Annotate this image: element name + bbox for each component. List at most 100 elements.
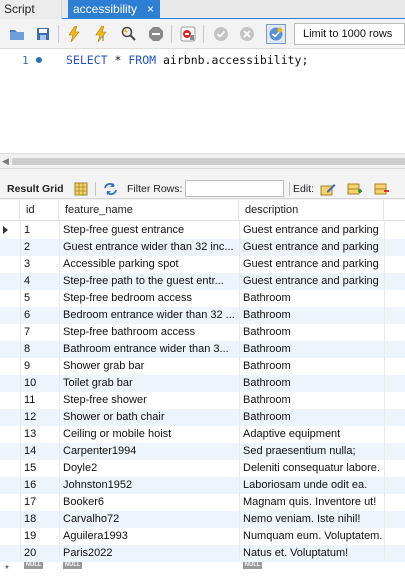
row-marker[interactable] <box>0 460 20 477</box>
row-marker[interactable] <box>0 477 20 494</box>
column-header-id[interactable]: id <box>20 200 59 221</box>
cell-description[interactable]: Magnam quis. Inventore ut! <box>239 494 384 511</box>
cell-feature-name[interactable]: Accessible parking spot <box>59 256 239 273</box>
cell-feature-name[interactable]: Paris2022 <box>59 545 239 562</box>
table-row[interactable]: 13 Ceiling or mobile hoist Adaptive equipm… <box>0 426 405 443</box>
grid-icon[interactable] <box>73 181 89 197</box>
rollback-icon[interactable] <box>237 24 257 44</box>
cell-id[interactable]: 15 <box>20 460 59 477</box>
folder-icon[interactable] <box>7 24 27 44</box>
cell-id[interactable]: 4 <box>20 273 59 290</box>
tab-script[interactable]: Script <box>0 0 62 19</box>
cell-description[interactable]: Guest entrance and parking <box>239 239 384 256</box>
result-grid[interactable]: id feature_name description 1 Step-free g… <box>0 200 405 577</box>
cell-feature-name[interactable]: Step-free path to the guest entr... <box>59 273 239 290</box>
scrollbar-thumb[interactable] <box>12 158 405 165</box>
cell-description[interactable]: Bathroom <box>239 409 384 426</box>
execute-icon[interactable] <box>64 24 84 44</box>
cell-feature-name[interactable]: Carpenter1994 <box>59 443 239 460</box>
cell-feature-name[interactable]: Guest entrance wider than 32 inc... <box>59 239 239 256</box>
null-badge-id[interactable]: NULL <box>24 562 44 569</box>
tab-accessibility[interactable]: accessibility × <box>68 0 160 19</box>
row-marker[interactable] <box>0 256 20 273</box>
cell-id[interactable]: 16 <box>20 477 59 494</box>
sql-editor[interactable]: 1 SELECT * FROM airbnb.accessibility; <box>0 49 405 153</box>
row-marker[interactable] <box>0 239 20 256</box>
add-row-icon[interactable] <box>347 181 363 197</box>
row-marker[interactable] <box>0 409 20 426</box>
table-row[interactable]: 19 Aguilera1993 Numquam eum. Voluptatem. <box>0 528 405 545</box>
editor-horizontal-scrollbar[interactable]: ◀ <box>0 153 405 169</box>
cell-feature-name[interactable]: Toilet grab bar <box>59 375 239 392</box>
autocommit-icon[interactable] <box>266 24 286 44</box>
sql-code-line[interactable]: SELECT * FROM airbnb.accessibility; <box>66 53 308 67</box>
delete-row-icon[interactable] <box>374 181 390 197</box>
cell-description[interactable]: Bathroom <box>239 290 384 307</box>
row-marker[interactable] <box>0 511 20 528</box>
table-row[interactable]: 4 Step-free path to the guest entr... Gues… <box>0 273 405 290</box>
row-marker[interactable] <box>0 528 20 545</box>
row-marker[interactable] <box>0 358 20 375</box>
cell-description[interactable]: Guest entrance and parking <box>239 222 384 239</box>
cell-feature-name[interactable]: Bedroom entrance wider than 32 ... <box>59 307 239 324</box>
cell-description[interactable]: Adaptive equipment <box>239 426 384 443</box>
filter-rows-input[interactable] <box>185 180 284 197</box>
cell-id[interactable]: 6 <box>20 307 59 324</box>
cell-id[interactable]: 7 <box>20 324 59 341</box>
row-marker[interactable] <box>0 392 20 409</box>
cell-feature-name[interactable]: Shower grab bar <box>59 358 239 375</box>
cell-description[interactable]: Bathroom <box>239 375 384 392</box>
row-marker[interactable] <box>0 426 20 443</box>
splitter[interactable] <box>0 169 405 179</box>
cell-description[interactable]: Deleniti consequatur labore. <box>239 460 384 477</box>
row-marker[interactable] <box>0 341 20 358</box>
cell-id[interactable]: 5 <box>20 290 59 307</box>
explain-icon[interactable] <box>119 24 139 44</box>
limit-rows-select[interactable]: Limit to 1000 rows <box>294 23 405 45</box>
cell-description[interactable]: Guest entrance and parking <box>239 273 384 290</box>
commit-icon[interactable] <box>211 24 231 44</box>
table-row[interactable]: 1 Step-free guest entrance Guest entrance … <box>0 222 405 239</box>
cell-id[interactable]: 13 <box>20 426 59 443</box>
cell-feature-name[interactable]: Booker6 <box>59 494 239 511</box>
cell-description[interactable]: Bathroom <box>239 392 384 409</box>
cell-feature-name[interactable]: Ceiling or mobile hoist <box>59 426 239 443</box>
cell-description[interactable]: Laboriosam unde odit ea. <box>239 477 384 494</box>
cell-id[interactable]: 12 <box>20 409 59 426</box>
refresh-icon[interactable] <box>102 181 118 197</box>
table-row[interactable]: 3 Accessible parking spot Guest entrance a… <box>0 256 405 273</box>
scroll-left-icon[interactable]: ◀ <box>2 156 9 167</box>
table-row[interactable]: 12 Shower or bath chair Bathroom <box>0 409 405 426</box>
table-row[interactable]: 20 Paris2022 Natus et. Voluptatum! <box>0 545 405 562</box>
row-marker[interactable] <box>0 545 20 562</box>
cell-description[interactable]: Bathroom <box>239 324 384 341</box>
cell-description[interactable]: Numquam eum. Voluptatem. <box>239 528 384 545</box>
table-row[interactable]: 2 Guest entrance wider than 32 inc... Gues… <box>0 239 405 256</box>
table-row[interactable]: 17 Booker6 Magnam quis. Inventore ut! <box>0 494 405 511</box>
cell-feature-name[interactable]: Carvalho72 <box>59 511 239 528</box>
row-marker[interactable] <box>0 307 20 324</box>
cell-description[interactable]: Bathroom <box>239 341 384 358</box>
table-row[interactable]: 11 Step-free shower Bathroom <box>0 392 405 409</box>
cell-id[interactable]: 1 <box>20 222 59 239</box>
cell-id[interactable]: 18 <box>20 511 59 528</box>
cell-id[interactable]: 8 <box>20 341 59 358</box>
cell-feature-name[interactable]: Johnston1952 <box>59 477 239 494</box>
row-marker[interactable] <box>0 494 20 511</box>
cell-id[interactable]: 2 <box>20 239 59 256</box>
cell-id[interactable]: 11 <box>20 392 59 409</box>
cell-feature-name[interactable]: Shower or bath chair <box>59 409 239 426</box>
cell-feature-name[interactable]: Aguilera1993 <box>59 528 239 545</box>
row-marker[interactable] <box>0 443 20 460</box>
table-row[interactable]: 10 Toilet grab bar Bathroom <box>0 375 405 392</box>
table-row[interactable]: 7 Step-free bathroom access Bathroom <box>0 324 405 341</box>
cell-description[interactable]: Sed praesentium nulla; <box>239 443 384 460</box>
row-marker[interactable] <box>0 222 20 239</box>
table-row[interactable]: 5 Step-free bedroom access Bathroom <box>0 290 405 307</box>
cell-feature-name[interactable]: Step-free guest entrance <box>59 222 239 239</box>
cell-feature-name[interactable]: Step-free bedroom access <box>59 290 239 307</box>
table-row[interactable]: 9 Shower grab bar Bathroom <box>0 358 405 375</box>
edit-cell-icon[interactable] <box>320 181 336 197</box>
result-grid-label[interactable]: Result Grid <box>7 183 64 195</box>
cell-id[interactable]: 9 <box>20 358 59 375</box>
